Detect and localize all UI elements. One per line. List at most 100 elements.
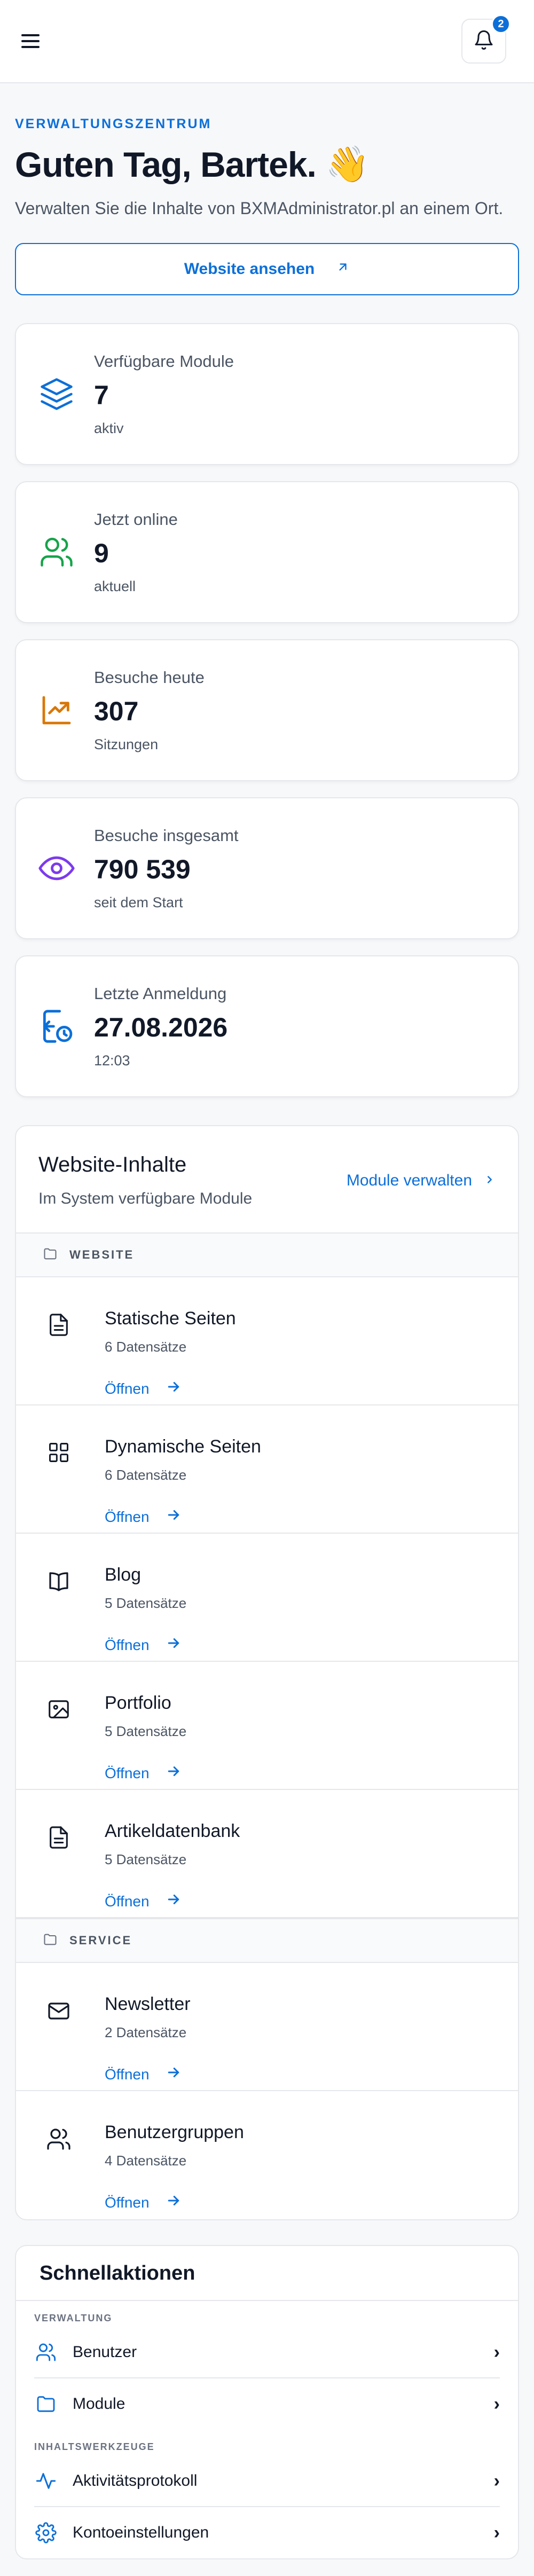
open-label: Öffnen <box>105 2194 150 2211</box>
activity-icon <box>34 2469 58 2493</box>
view-website-label: Website ansehen <box>184 260 315 278</box>
stat-label: Besuche heute <box>94 667 205 687</box>
folder-icon <box>34 2392 58 2416</box>
open-label: Öffnen <box>105 1764 150 1781</box>
stat-card-visits-today: Besuche heute 307 Sitzungen <box>15 639 519 781</box>
chevron-right-icon: › <box>493 2522 500 2543</box>
waving-hand-icon: 👋 <box>325 144 370 184</box>
module-count: 4 Datensätze <box>105 2153 187 2169</box>
stat-note: 12:03 <box>94 1052 130 1069</box>
panel-title: Website-Inhalte <box>38 1153 187 1176</box>
page-title: Guten Tag, Bartek. 👋 <box>15 144 519 185</box>
image-icon <box>43 1693 75 1725</box>
mail-icon <box>43 1994 75 2026</box>
open-module-link[interactable]: Öffnen <box>105 1635 186 1655</box>
view-website-button[interactable]: Website ansehen <box>15 243 519 295</box>
notifications-badge: 2 <box>491 14 511 34</box>
top-bar: 2 <box>0 0 534 83</box>
stat-card-online: Jetzt online 9 aktuell <box>15 481 519 623</box>
arrow-right-icon <box>166 2193 182 2212</box>
open-label: Öffnen <box>105 1508 150 1525</box>
stat-value: 7 <box>94 380 109 410</box>
external-arrow-icon <box>336 260 350 278</box>
quick-action-account-settings[interactable]: Kontoeinstellungen › <box>34 2507 500 2558</box>
open-module-link[interactable]: Öffnen <box>105 1891 240 1911</box>
chevron-right-icon: › <box>493 2470 500 2491</box>
stat-card-last-login: Letzte Anmeldung 27.08.2026 12:03 <box>15 955 519 1097</box>
group-name: WEBSITE <box>69 1248 135 1261</box>
dashboard-page: 2 VERWALTUNGSZENTRUM Guten Tag, Bartek. … <box>0 0 534 2576</box>
gear-icon <box>34 2521 58 2544</box>
open-module-link[interactable]: Öffnen <box>105 1763 186 1783</box>
stat-value: 790 539 <box>94 854 191 884</box>
quick-actions-title: Schnellaktionen <box>16 2246 518 2301</box>
open-module-link[interactable]: Öffnen <box>105 2064 191 2084</box>
module-name: Blog <box>105 1565 142 1585</box>
module-name: Statische Seiten <box>105 1308 236 1329</box>
open-module-link[interactable]: Öffnen <box>105 1379 236 1399</box>
chevron-right-icon <box>484 1172 496 1190</box>
document-icon <box>43 1308 75 1340</box>
module-count: 5 Datensätze <box>105 1595 187 1611</box>
open-module-link[interactable]: Öffnen <box>105 2193 244 2212</box>
quick-action-users[interactable]: Benutzer › <box>34 2327 500 2378</box>
arrow-right-icon <box>166 1379 182 1399</box>
stat-value: 27.08.2026 <box>94 1012 228 1042</box>
stat-label: Letzte Anmeldung <box>94 984 227 1003</box>
users-icon <box>43 2122 75 2154</box>
folder-icon <box>43 1246 58 1264</box>
arrow-right-icon <box>166 1891 182 1911</box>
folder-icon <box>43 1932 58 1950</box>
stat-label: Verfügbare Module <box>94 351 234 371</box>
stat-note: aktuell <box>94 578 136 594</box>
quick-action-label: Kontoeinstellungen <box>73 2524 209 2541</box>
module-item: Newsletter 2 Datensätze Öffnen <box>16 1963 518 2091</box>
module-name: Dynamische Seiten <box>105 1436 261 1457</box>
open-module-link[interactable]: Öffnen <box>105 1507 261 1527</box>
document-icon <box>43 1821 75 1853</box>
quick-action-activity-log[interactable]: Aktivitätsprotokoll › <box>34 2456 500 2507</box>
panel-subtitle: Im System verfügbare Module <box>38 1190 253 1207</box>
group-header-website: WEBSITE <box>16 1232 518 1277</box>
module-name: Newsletter <box>105 1994 191 2014</box>
module-item: Blog 5 Datensätze Öffnen <box>16 1534 518 1662</box>
stat-label: Jetzt online <box>94 509 178 529</box>
chevron-right-icon: › <box>493 2393 500 2414</box>
stat-value: 9 <box>94 538 109 568</box>
menu-icon[interactable] <box>21 29 45 53</box>
website-content-panel: Website-Inhalte Im System verfügbare Mod… <box>15 1125 519 2220</box>
open-label: Öffnen <box>105 1892 150 1910</box>
module-item: Benutzergruppen 4 Datensätze Öffnen <box>16 2091 518 2219</box>
open-label: Öffnen <box>105 2065 150 2083</box>
arrow-right-icon <box>166 1635 182 1655</box>
group-header-service: SERVICE <box>16 1918 518 1963</box>
quick-section-title: VERWALTUNG <box>34 2313 113 2323</box>
quick-section-title: INHALTSWERKZEUGE <box>34 2441 155 2452</box>
eye-icon <box>37 849 76 888</box>
book-icon <box>43 1565 75 1597</box>
module-count: 5 Datensätze <box>105 1723 187 1739</box>
arrow-right-icon <box>166 2064 182 2084</box>
manage-modules-link[interactable]: Module verwalten <box>347 1172 496 1190</box>
stat-card-visits-total: Besuche insgesamt 790 539 seit dem Start <box>15 797 519 939</box>
open-label: Öffnen <box>105 1380 150 1397</box>
module-item: Statische Seiten 6 Datensätze Öffnen <box>16 1277 518 1405</box>
quick-action-label: Module <box>73 2395 125 2413</box>
bell-icon <box>473 29 494 53</box>
quick-action-modules[interactable]: Module › <box>34 2378 500 2430</box>
arrow-right-icon <box>166 1763 182 1783</box>
grid-icon <box>43 1436 75 1468</box>
greeting-text: Guten Tag, Bartek. <box>15 145 317 184</box>
trending-up-icon <box>37 691 76 729</box>
open-label: Öffnen <box>105 1636 150 1653</box>
manage-modules-label: Module verwalten <box>346 1171 472 1189</box>
panel-header: Website-Inhalte Im System verfügbare Mod… <box>16 1126 518 1232</box>
layers-icon <box>37 375 76 413</box>
quick-action-label: Benutzer <box>73 2343 137 2361</box>
group-name: SERVICE <box>69 1934 132 1947</box>
module-count: 2 Datensätze <box>105 2024 187 2040</box>
notifications-button[interactable]: 2 <box>461 14 511 64</box>
stat-label: Besuche insgesamt <box>94 826 239 845</box>
stat-note: aktiv <box>94 420 124 436</box>
module-count: 6 Datensätze <box>105 1339 187 1355</box>
